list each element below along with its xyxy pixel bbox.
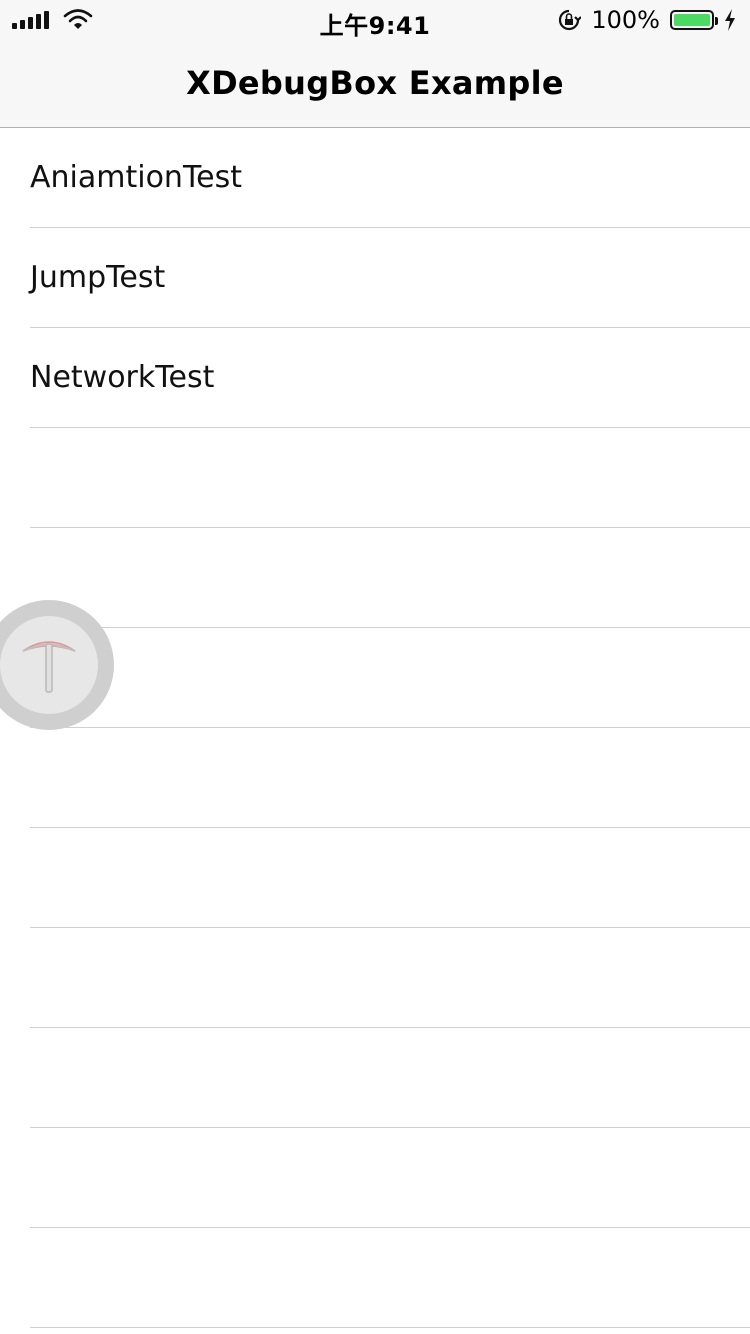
table-row [0,1228,750,1328]
table-view[interactable]: AniamtionTest JumpTest NetworkTest [0,128,750,1328]
table-row-aniamtion-test[interactable]: AniamtionTest [0,128,750,228]
table-row-jump-test[interactable]: JumpTest [0,228,750,328]
status-right: 100% [557,6,736,34]
row-label: JumpTest [30,260,166,295]
table-row [0,928,750,1028]
battery-percent: 100% [591,6,660,34]
navigation-bar: XDebugBox Example [0,40,750,128]
table-row [0,1128,750,1228]
pickaxe-icon [22,641,76,693]
table-row [0,528,750,628]
orientation-lock-icon [559,9,582,31]
battery-icon [670,10,718,30]
table-row [0,1028,750,1128]
debug-button-inner [0,616,98,714]
row-label: AniamtionTest [30,160,243,195]
status-bar: 上午9:41 100% [0,0,750,40]
table-row-network-test[interactable]: NetworkTest [0,328,750,428]
charging-bolt-icon [725,9,735,31]
table-row [0,428,750,528]
table-row [0,728,750,828]
nav-title: XDebugBox Example [186,64,564,102]
battery-level-fill [674,14,710,26]
table-row [0,828,750,928]
row-label: NetworkTest [30,360,215,395]
